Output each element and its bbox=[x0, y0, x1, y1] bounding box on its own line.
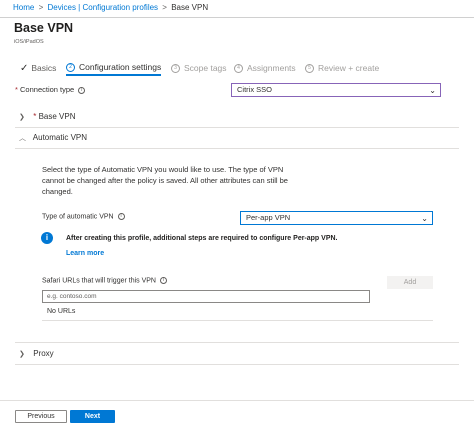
required-marker: * bbox=[33, 112, 37, 121]
previous-button[interactable]: Previous bbox=[15, 410, 67, 423]
next-button[interactable]: Next bbox=[70, 410, 115, 423]
step-label: Assignments bbox=[247, 63, 296, 73]
connection-type-label-text: Connection type bbox=[20, 85, 75, 94]
empty-url-list-text: No URLs bbox=[47, 308, 76, 315]
automatic-vpn-type-dropdown[interactable]: Per-app VPN ⌄ bbox=[240, 211, 433, 225]
automatic-vpn-type-label-text: Type of automatic VPN bbox=[42, 213, 114, 221]
step-basics[interactable]: ✓ Basics bbox=[20, 60, 56, 76]
breadcrumb-current: Base VPN bbox=[171, 3, 209, 12]
safari-urls-label: Safari URLs that will trigger this VPN i bbox=[42, 277, 167, 284]
divider bbox=[15, 148, 459, 149]
add-url-button[interactable]: Add bbox=[387, 276, 433, 289]
step-configuration-settings[interactable]: 2 Configuration settings bbox=[66, 60, 162, 76]
learn-more-link[interactable]: Learn more bbox=[66, 250, 104, 257]
automatic-vpn-description: Select the type of Automatic VPN you wou… bbox=[42, 165, 288, 196]
breadcrumb-configuration-profiles[interactable]: Devices | Configuration profiles bbox=[47, 3, 158, 12]
page-title: Base VPN bbox=[14, 21, 74, 35]
info-icon[interactable]: i bbox=[78, 86, 86, 94]
section-proxy[interactable]: ❯ Proxy bbox=[19, 349, 54, 358]
section-base-vpn[interactable]: ❯ * Base VPN bbox=[19, 112, 76, 121]
step-scope-tags: 3 Scope tags bbox=[171, 60, 227, 76]
section-automatic-vpn-label: Automatic VPN bbox=[32, 133, 88, 142]
chevron-down-icon: ⌄ bbox=[429, 86, 436, 95]
required-marker: * bbox=[15, 85, 18, 94]
wizard-steps: ✓ Basics 2 Configuration settings 3 Scop… bbox=[20, 60, 440, 78]
divider bbox=[15, 127, 459, 128]
step-label: Configuration settings bbox=[79, 62, 162, 72]
divider bbox=[42, 320, 433, 321]
automatic-vpn-type-label: Type of automatic VPN i bbox=[42, 213, 125, 220]
step-number: 5 bbox=[305, 63, 314, 73]
info-message-box: i After creating this profile, additiona… bbox=[40, 229, 440, 263]
step-label: Review + create bbox=[318, 63, 380, 73]
step-number: 2 bbox=[66, 62, 75, 72]
breadcrumb-home[interactable]: Home bbox=[13, 3, 34, 12]
checkmark-icon: ✓ bbox=[20, 62, 29, 74]
chevron-up-icon: ︿ bbox=[19, 135, 26, 142]
info-icon[interactable]: i bbox=[117, 213, 125, 220]
safari-url-input[interactable] bbox=[42, 290, 370, 303]
chevron-right-icon: ❯ bbox=[19, 114, 25, 121]
footer-divider bbox=[0, 400, 474, 401]
step-assignments: 4 Assignments bbox=[234, 60, 296, 76]
chevron-down-icon: ⌄ bbox=[421, 214, 428, 223]
connection-type-value: Citrix SSO bbox=[237, 85, 273, 94]
chevron-right-icon: ❯ bbox=[19, 351, 25, 358]
info-message-text: After creating this profile, additional … bbox=[66, 235, 338, 242]
step-label: Scope tags bbox=[184, 63, 227, 73]
info-icon[interactable]: i bbox=[159, 277, 167, 284]
breadcrumb-separator: > bbox=[162, 3, 167, 12]
connection-type-label: * Connection type i bbox=[15, 85, 86, 94]
divider bbox=[15, 342, 459, 343]
section-proxy-label: Proxy bbox=[33, 349, 54, 358]
breadcrumb-bar: Home > Devices | Configuration profiles … bbox=[0, 0, 474, 18]
section-base-vpn-label: Base VPN bbox=[38, 112, 76, 121]
page-subtitle: iOS/iPadOS bbox=[14, 39, 44, 45]
automatic-vpn-type-value: Per-app VPN bbox=[246, 213, 291, 222]
info-icon: i bbox=[41, 232, 53, 244]
breadcrumb-separator: > bbox=[38, 3, 44, 12]
step-label: Basics bbox=[31, 63, 57, 73]
connection-type-dropdown[interactable]: Citrix SSO ⌄ bbox=[231, 83, 441, 97]
safari-urls-label-text: Safari URLs that will trigger this VPN bbox=[42, 277, 156, 285]
step-number: 3 bbox=[171, 63, 180, 73]
step-number: 4 bbox=[234, 63, 243, 73]
section-automatic-vpn[interactable]: ︿ Automatic VPN bbox=[19, 133, 87, 143]
breadcrumb: Home > Devices | Configuration profiles … bbox=[13, 3, 208, 12]
step-review-create: 5 Review + create bbox=[305, 60, 379, 76]
divider bbox=[15, 364, 459, 365]
